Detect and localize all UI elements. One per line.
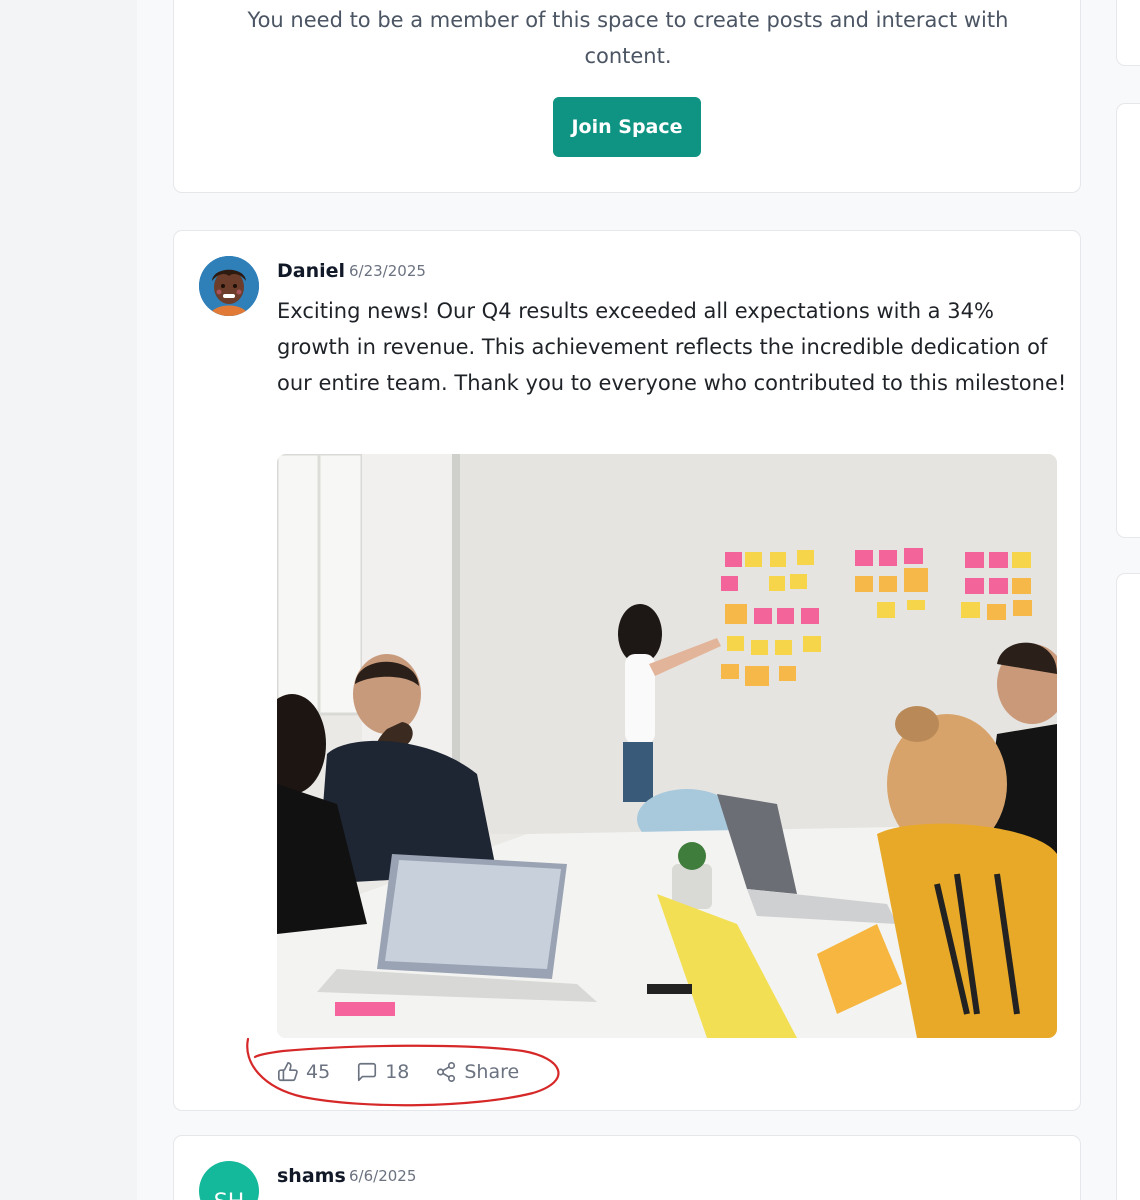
- post-actions: 45 18 Share: [277, 1057, 545, 1087]
- post-author-name[interactable]: shams: [277, 1165, 346, 1187]
- like-count: 45: [306, 1061, 331, 1083]
- office-meeting-photo: [277, 454, 1057, 1038]
- avatar-illustration: [199, 256, 259, 316]
- comment-button[interactable]: 18: [356, 1061, 409, 1083]
- post-author-name[interactable]: Daniel: [277, 260, 345, 282]
- post-image[interactable]: [277, 454, 1057, 1038]
- post-card: Daniel 6/23/2025 Exciting news! Our Q4 r…: [173, 230, 1081, 1111]
- like-button[interactable]: 45: [277, 1061, 330, 1083]
- join-space-button[interactable]: Join Space: [553, 97, 701, 157]
- post-date: 6/23/2025: [349, 262, 426, 280]
- post-body: Exciting news! Our Q4 results exceeded a…: [277, 299, 1067, 395]
- author-avatar[interactable]: [199, 256, 259, 316]
- thumbs-up-icon: [278, 1062, 298, 1082]
- post-date: 6/6/2025: [349, 1167, 417, 1185]
- post-card: SH shams 6/6/2025: [173, 1135, 1081, 1200]
- join-space-card: You need to be a member of this space to…: [173, 0, 1081, 193]
- membership-message: You need to be a member of this space to…: [247, 8, 1009, 68]
- left-sidebar: [0, 0, 137, 1200]
- comment-count: 18: [385, 1061, 410, 1083]
- share-button[interactable]: Share: [435, 1061, 519, 1083]
- share-label: Share: [464, 1061, 520, 1083]
- right-panel: [1116, 573, 1140, 1200]
- comment-icon: [358, 1062, 377, 1082]
- page: You need to be a member of this space to…: [0, 0, 1140, 1200]
- share-icon: [437, 1062, 456, 1082]
- right-panel: [1116, 103, 1140, 538]
- author-avatar[interactable]: SH: [199, 1161, 259, 1200]
- right-panel: [1116, 0, 1140, 66]
